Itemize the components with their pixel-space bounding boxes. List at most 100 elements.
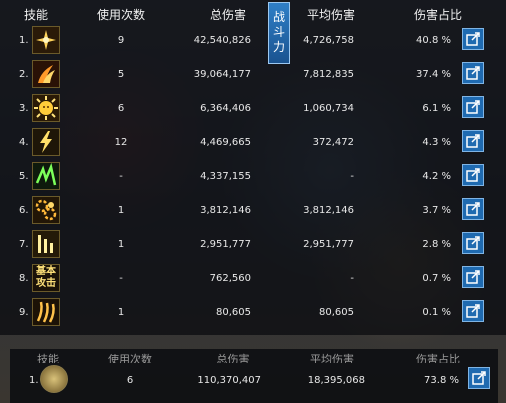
table-row: 4. 12 4,469,665 372,472 4.3 % xyxy=(0,126,506,160)
character-portrait-icon xyxy=(40,365,68,393)
row-total-damage: 762,560 xyxy=(209,273,251,284)
summary-header-avg: 平均伤害 xyxy=(310,353,354,363)
row-avg-damage: 3,812,146 xyxy=(303,205,354,216)
summary-header-total: 总伤害 xyxy=(216,353,250,363)
row-index: 5. xyxy=(19,171,29,182)
row-index: 3. xyxy=(19,103,29,114)
share-icon xyxy=(466,100,480,114)
header-pct: 伤害占比 xyxy=(413,8,463,22)
table-row: 6. 1 3,812,146 3,812,146 3.7 % xyxy=(0,194,506,228)
share-icon xyxy=(466,134,480,148)
row-index: 1. xyxy=(19,35,29,46)
table-header: 技能 使用次数 总伤害 平均伤害 伤害占比 xyxy=(0,0,506,26)
row-damage-share: 37.4 % xyxy=(416,69,451,80)
row-damage-share: 4.2 % xyxy=(422,171,451,182)
row-index: 2. xyxy=(19,69,29,80)
summary-header-skill: 技能 xyxy=(37,353,59,363)
gear-orbs-skill-icon xyxy=(32,196,60,224)
share-icon xyxy=(466,304,480,318)
row-uses: 1 xyxy=(117,239,125,250)
row-avg-damage: 372,472 xyxy=(312,137,354,148)
summary-uses: 6 xyxy=(126,375,134,386)
row-total-damage: 4,337,155 xyxy=(200,171,251,182)
row-damage-share: 0.1 % xyxy=(422,307,451,318)
row-total-damage: 4,469,665 xyxy=(200,137,251,148)
table-row: 8. 基本 攻击 - 762,560 - 0.7 % xyxy=(0,262,506,296)
table-row: 5. - 4,337,155 - 4.2 % xyxy=(0,160,506,194)
row-uses: - xyxy=(119,273,123,284)
rays-skill-icon xyxy=(32,230,60,258)
row-damage-share: 6.1 % xyxy=(422,103,451,114)
summary-avg-damage: 18,395,068 xyxy=(307,375,365,386)
summary-index: 1. xyxy=(29,375,39,386)
table-row: 1. 9 42,540,826 4,726,758 40.8 % xyxy=(0,24,506,58)
row-damage-share: 3.7 % xyxy=(422,205,451,216)
row-uses: 6 xyxy=(117,103,125,114)
share-icon xyxy=(466,168,480,182)
cross-skill-icon xyxy=(32,26,60,54)
share-icon xyxy=(466,202,480,216)
share-button[interactable] xyxy=(462,96,484,118)
row-index: 8. xyxy=(19,273,29,284)
header-avg: 平均伤害 xyxy=(306,8,356,22)
row-total-damage: 3,812,146 xyxy=(200,205,251,216)
share-button[interactable] xyxy=(462,232,484,254)
summary-row: 1. 6 110,370,407 18,395,068 73.8 % xyxy=(10,365,498,399)
share-icon xyxy=(466,66,480,80)
table-row: 7. 1 2,951,777 2,951,777 2.8 % xyxy=(0,228,506,262)
row-total-damage: 42,540,826 xyxy=(193,35,251,46)
row-total-damage: 6,364,406 xyxy=(200,103,251,114)
row-avg-damage: - xyxy=(350,273,354,284)
row-damage-share: 4.3 % xyxy=(422,137,451,148)
share-button[interactable] xyxy=(462,198,484,220)
summary-share-button[interactable] xyxy=(468,367,490,389)
claw-skill-icon xyxy=(32,298,60,326)
row-total-damage: 39,064,177 xyxy=(193,69,251,80)
share-button[interactable] xyxy=(462,266,484,288)
share-button[interactable] xyxy=(462,164,484,186)
header-total: 总伤害 xyxy=(209,8,247,22)
summary-header-uses: 使用次数 xyxy=(108,353,152,363)
summary-total-damage: 110,370,407 xyxy=(197,375,261,386)
row-uses: 1 xyxy=(117,205,125,216)
share-icon xyxy=(466,270,480,284)
row-index: 9. xyxy=(19,307,29,318)
row-index: 7. xyxy=(19,239,29,250)
share-icon xyxy=(472,371,486,385)
damage-stats-panel: 技能 使用次数 总伤害 平均伤害 伤害占比 战斗力 1. 9 42,540,82… xyxy=(0,0,506,335)
row-damage-share: 40.8 % xyxy=(416,35,451,46)
row-avg-damage: - xyxy=(350,171,354,182)
slash-wave-skill-icon xyxy=(32,60,60,88)
header-uses: 使用次数 xyxy=(96,8,146,22)
summary-header: 技能 使用次数 总伤害 平均伤害 伤害占比 xyxy=(10,349,498,363)
row-total-damage: 2,951,777 xyxy=(200,239,251,250)
share-button[interactable] xyxy=(462,62,484,84)
basic-attack-icon: 基本 攻击 xyxy=(32,264,60,292)
row-uses: 12 xyxy=(114,137,128,148)
header-skill: 技能 xyxy=(23,8,49,22)
summary-damage-share: 73.8 % xyxy=(424,375,459,386)
lightning-skill-icon xyxy=(32,128,60,156)
row-damage-share: 2.8 % xyxy=(422,239,451,250)
table-row: 3. 6 6,364,406 1,060,734 6.1 % xyxy=(0,92,506,126)
table-row: 2. 5 39,064,177 7,812,835 37.4 % xyxy=(0,58,506,92)
share-icon xyxy=(466,32,480,46)
row-avg-damage: 80,605 xyxy=(319,307,354,318)
sun-face-skill-icon xyxy=(32,94,60,122)
row-index: 4. xyxy=(19,137,29,148)
row-damage-share: 0.7 % xyxy=(422,273,451,284)
summary-header-pct: 伤害占比 xyxy=(416,353,460,363)
row-uses: - xyxy=(119,171,123,182)
share-button[interactable] xyxy=(462,28,484,50)
share-button[interactable] xyxy=(462,130,484,152)
row-index: 6. xyxy=(19,205,29,216)
row-avg-damage: 1,060,734 xyxy=(303,103,354,114)
share-button[interactable] xyxy=(462,300,484,322)
row-uses: 1 xyxy=(117,307,125,318)
basic-attack-icon-text: 基本 攻击 xyxy=(36,266,56,289)
row-uses: 5 xyxy=(117,69,125,80)
row-avg-damage: 7,812,835 xyxy=(303,69,354,80)
share-icon xyxy=(466,236,480,250)
row-total-damage: 80,605 xyxy=(216,307,251,318)
row-avg-damage: 2,951,777 xyxy=(303,239,354,250)
